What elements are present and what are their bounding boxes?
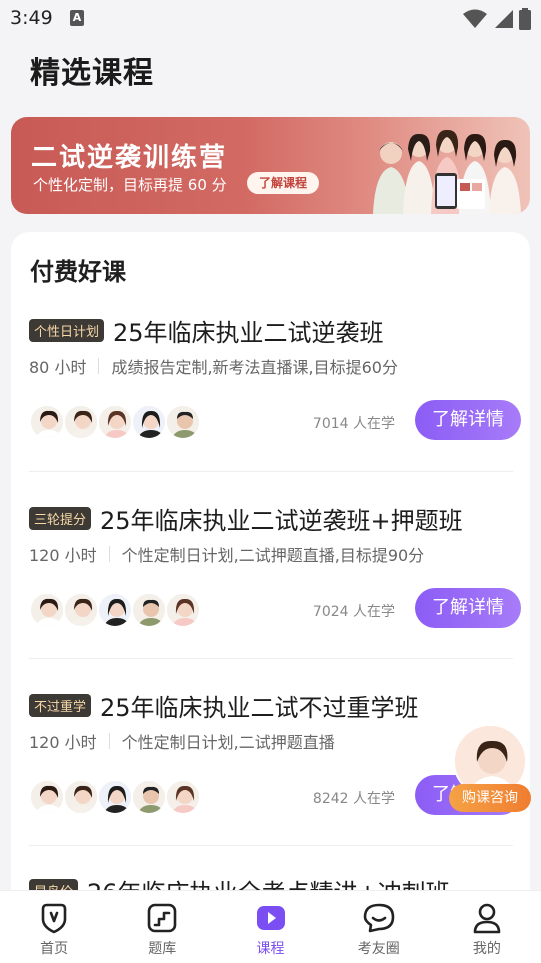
course-item[interactable]: 个性日计划 25年临床执业二试逆袭班 80 小时 成绩报告定制,新考法直播课,目…	[29, 312, 521, 444]
course-divider	[29, 471, 513, 472]
wifi-icon	[463, 9, 487, 28]
status-indicators	[463, 8, 531, 30]
teacher-avatar	[29, 592, 65, 628]
profile-icon	[473, 903, 501, 934]
course-divider	[29, 845, 513, 846]
banner-learn-more-button[interactable]: 了解课程	[247, 172, 320, 194]
teacher-avatar	[63, 779, 99, 815]
course-title: 25年临床执业二试不过重学班	[100, 693, 419, 722]
nav-label-question-bank: 题库	[148, 941, 177, 957]
meta-divider	[98, 358, 100, 374]
nav-item-community[interactable]: 考友圈	[325, 891, 433, 963]
question-bank-icon	[147, 903, 177, 933]
teacher-avatar	[29, 779, 65, 815]
signal-icon	[495, 10, 513, 28]
teacher-avatar	[97, 779, 133, 815]
course-description: 个性定制日计划,二试押题直播	[121, 733, 335, 752]
consult-label: 购课咨询	[449, 784, 531, 812]
page-title: 精选课程	[30, 56, 154, 91]
teacher-avatar	[165, 779, 201, 815]
home-icon	[41, 903, 67, 934]
nav-item-profile[interactable]: 我的	[433, 891, 541, 963]
notification-app-icon: A	[70, 10, 84, 26]
meta-divider	[108, 733, 110, 749]
teacher-avatar	[97, 592, 133, 628]
teacher-avatar	[165, 404, 201, 440]
section-title: 付费好课	[30, 258, 126, 286]
nav-label-home: 首页	[40, 941, 69, 957]
nav-label-profile: 我的	[472, 941, 501, 957]
teacher-avatars	[29, 779, 201, 815]
banner-subtitle: 个性化定制，目标再提 60 分	[33, 176, 227, 194]
course-detail-button[interactable]: 了解详情	[415, 400, 521, 440]
course-hours: 80 小时	[29, 358, 87, 377]
course-detail-button[interactable]: 了解详情	[415, 588, 521, 628]
battery-icon	[519, 8, 531, 30]
teacher-avatars	[29, 592, 201, 628]
teacher-avatar	[63, 404, 99, 440]
teacher-avatar	[131, 404, 167, 440]
nav-item-question-bank[interactable]: 题库	[108, 891, 216, 963]
course-item[interactable]: 不过重学 25年临床执业二试不过重学班 120 小时 个性定制日计划,二试押题直…	[29, 687, 521, 819]
course-tag: 三轮提分	[29, 506, 92, 530]
learner-count: 7014 人在学	[312, 416, 395, 432]
community-chat-icon	[363, 903, 395, 933]
bottom-nav: 首页 题库 课程 考友圈 我的	[0, 890, 541, 963]
course-tag: 不过重学	[29, 693, 92, 717]
course-title: 25年临床执业二试逆袭班+押题班	[100, 506, 463, 535]
nav-label-course: 课程	[256, 941, 285, 957]
learner-count: 7024 人在学	[312, 604, 395, 620]
teacher-avatar	[97, 404, 133, 440]
course-divider	[29, 658, 513, 659]
promo-banner[interactable]: 二试逆袭训练营 个性化定制，目标再提 60 分 了解课程	[11, 117, 530, 214]
course-play-icon	[256, 906, 285, 930]
course-description: 个性定制日计划,二试押题直播,目标提90分	[121, 546, 425, 565]
teacher-avatar	[131, 592, 167, 628]
course-hours: 120 小时	[29, 546, 97, 565]
course-tag: 个性日计划	[29, 318, 105, 342]
teacher-avatar	[165, 592, 201, 628]
teacher-avatar	[63, 592, 99, 628]
status-bar: 3:49 A	[0, 0, 541, 38]
nav-item-home[interactable]: 首页	[0, 891, 108, 963]
learner-count: 8242 人在学	[312, 791, 395, 807]
teacher-avatar	[131, 779, 167, 815]
meta-divider	[108, 546, 110, 562]
banner-title: 二试逆袭训练营	[31, 143, 228, 173]
teacher-avatars	[29, 404, 201, 440]
status-time: 3:49	[10, 7, 53, 29]
course-description: 成绩报告定制,新考法直播课,目标提60分	[111, 358, 398, 377]
purchase-consult-button[interactable]: 购课咨询	[449, 724, 531, 812]
course-hours: 120 小时	[29, 733, 97, 752]
course-item[interactable]: 三轮提分 25年临床执业二试逆袭班+押题班 120 小时 个性定制日计划,二试押…	[29, 500, 521, 632]
nav-item-course[interactable]: 课程	[216, 891, 324, 963]
nav-label-community: 考友圈	[357, 941, 400, 957]
course-title: 25年临床执业二试逆袭班	[113, 318, 384, 347]
teacher-avatar	[29, 404, 65, 440]
banner-teachers-image	[373, 129, 521, 214]
